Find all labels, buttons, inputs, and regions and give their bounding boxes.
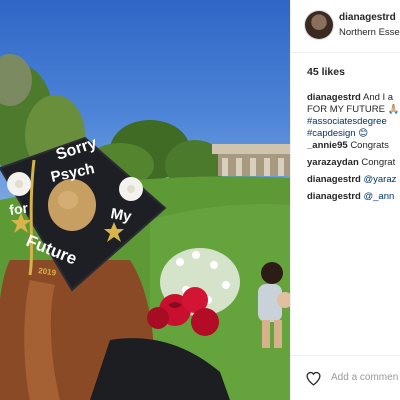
comments-list: dianagestrd And I a FOR MY FUTURE 🙏🏼 #as… (307, 92, 400, 203)
graduation-cap-photo: Sorry Psych for My Future 2019 (0, 54, 290, 400)
caption-text-line2: FOR MY FUTURE 🙏🏼 (307, 104, 400, 115)
comment-author-link[interactable]: yarazaydan (307, 157, 359, 168)
heart-icon[interactable] (305, 370, 322, 387)
comment-author-link[interactable]: dianagestrd (307, 191, 361, 202)
comment-author-link[interactable]: dianagestrd (307, 174, 361, 185)
building (212, 144, 290, 176)
comment-item: dianagestrd @yaraz (307, 174, 400, 186)
caption-text: And I a (362, 92, 394, 103)
comment-item: _annie95 Congrats (307, 140, 400, 152)
add-comment-bar: Add a commen (291, 355, 400, 400)
post-sidebar: dianagestrd Northern Esse 45 likes diana… (290, 0, 400, 400)
comment-text: Congrat (361, 157, 396, 168)
comment-text: Congrats (350, 140, 389, 151)
caption-author-link[interactable]: dianagestrd (307, 92, 361, 103)
mention-link[interactable]: @yaraz (364, 174, 397, 185)
username-link[interactable]: dianagestrd (339, 12, 396, 23)
mention-link[interactable]: @_ann (364, 191, 395, 202)
cap-word-left-text: for (8, 199, 29, 218)
comment-item: yarazaydan Congrat (307, 157, 400, 169)
add-comment-input[interactable]: Add a commen (331, 372, 398, 383)
location-link[interactable]: Northern Esse (339, 27, 400, 38)
comment-item: dianagestrd @_ann (307, 191, 400, 203)
caption-line4: #capdesign 😊 (307, 128, 400, 140)
comment-author-link[interactable]: _annie95 (307, 140, 348, 151)
avatar[interactable] (305, 11, 333, 39)
svg-text:for: for (8, 199, 29, 218)
post-photo[interactable]: Sorry Psych for My Future 2019 (0, 0, 290, 400)
post-header: dianagestrd Northern Esse (291, 0, 400, 53)
likes-count[interactable]: 45 likes (307, 66, 345, 78)
hashtag-link[interactable]: #capdesign 😊 (307, 128, 368, 139)
caption-line: dianagestrd And I a (307, 92, 400, 104)
hashtag-link[interactable]: #associatesdegree (307, 116, 400, 128)
